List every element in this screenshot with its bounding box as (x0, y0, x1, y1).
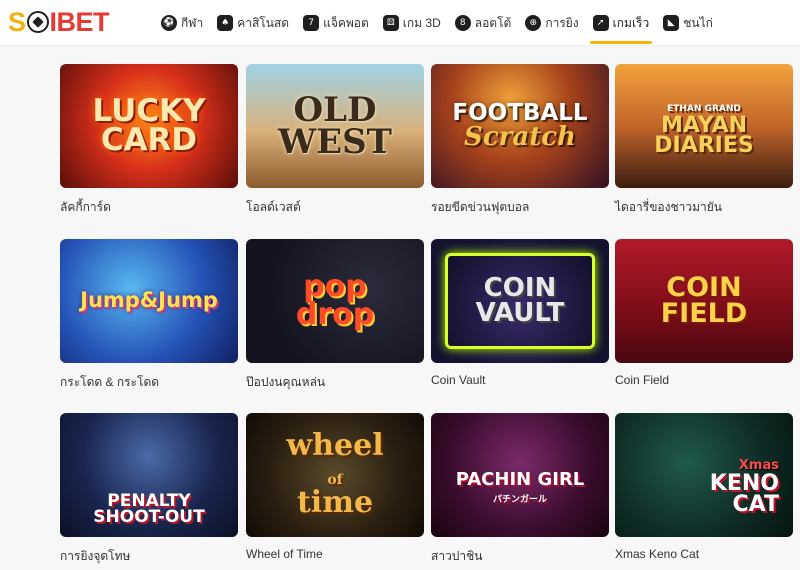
nav-label: เกม 3D (402, 15, 441, 30)
rooster-icon: ◣ (663, 15, 680, 31)
game-card[interactable]: PENALTY SHOOT-OUT การยิงจุดโทษ (60, 413, 238, 563)
nav-label: เกมเร็ว (612, 15, 650, 30)
art-line: PACHIN GIRL (455, 469, 585, 490)
top-navigation-bar: S IBET ⚽ กีฬา ♠ คาสิโนสด 7 แจ็คพอต ⚄ เกม… (0, 0, 800, 46)
game-thumbnail[interactable]: COIN FIELD (615, 239, 793, 363)
game-name[interactable]: กระโดด & กระโดด (60, 373, 159, 392)
nav-item-fast-games[interactable]: ➚ เกมเร็ว (588, 0, 655, 46)
game-card[interactable]: pop drop ป๊อปงนคุณหล่น (246, 239, 424, 389)
nav-label: การยิง (545, 15, 579, 30)
game-art-title: FOOTBALL Scratch (446, 101, 593, 152)
game-art-title: LUCKY CARD (86, 95, 211, 158)
game-thumbnail[interactable]: PENALTY SHOOT-OUT (60, 413, 238, 537)
game-card[interactable]: ETHAN GRAND MAYAN DIARIES ไดอารี่ของชาวม… (615, 64, 793, 214)
art-line: Jump&Jump (80, 288, 218, 313)
game-thumbnail[interactable]: wheel of time (246, 413, 424, 537)
nav-label: ชนไก่ (683, 15, 713, 30)
art-line: CAT (732, 491, 779, 517)
game-thumbnail[interactable]: OLD WEST (246, 64, 424, 188)
game-name[interactable]: รอยขีดข่วนฟุตบอล (431, 198, 529, 217)
game-name[interactable]: ป๊อปงนคุณหล่น (246, 373, 325, 392)
logo-text: IBET (49, 6, 110, 37)
nav-item-live-casino[interactable]: ♠ คาสิโนสด (212, 0, 294, 46)
nav-item-jackpot[interactable]: 7 แจ็คพอต (298, 0, 374, 46)
game-card[interactable]: OLD WEST โอลด์เวสต์ (246, 64, 424, 214)
game-art-title: OLD WEST (272, 93, 398, 162)
game-thumbnail[interactable]: Xmas KENO CAT (615, 413, 793, 537)
art-line: WEST (278, 122, 392, 162)
art-line: DIARIES (654, 133, 754, 159)
game-thumbnail[interactable]: COIN VAULT (431, 239, 609, 363)
game-thumbnail[interactable]: PACHIN GIRL パチンガール (431, 413, 609, 537)
rocket-icon: ➚ (592, 15, 609, 31)
game-card[interactable]: LUCKY CARD ลัคกี้การ์ด (60, 64, 238, 214)
dice-icon: ⚄ (382, 15, 399, 31)
soccer-ball-logo-icon (26, 11, 49, 33)
nav-item-cockfight[interactable]: ◣ ชนไก่ (658, 0, 718, 46)
art-line: time (296, 485, 374, 521)
game-thumbnail[interactable]: Jump&Jump (60, 239, 238, 363)
game-art-title: COIN VAULT (470, 275, 571, 328)
nav-label: ลอตโต้ (474, 15, 512, 30)
art-line: SHOOT-OUT (93, 506, 205, 527)
nav-label: แจ็คพอต (323, 15, 369, 30)
game-art-title: Jump&Jump (74, 288, 224, 313)
game-name[interactable]: Coin Field (615, 373, 669, 387)
game-thumbnail[interactable]: FOOTBALL Scratch (431, 64, 609, 188)
game-card[interactable]: Jump&Jump กระโดด & กระโดด (60, 239, 238, 389)
game-name[interactable]: Wheel of Time (246, 547, 323, 561)
game-thumbnail[interactable]: ETHAN GRAND MAYAN DIARIES (615, 64, 793, 188)
game-thumbnail[interactable]: pop drop (246, 239, 424, 363)
soibet-logo[interactable]: S IBET (8, 6, 110, 38)
game-name[interactable]: โอลด์เวสต์ (246, 198, 301, 217)
game-art-title: PACHIN GIRL パチンガール (431, 471, 609, 505)
crosshair-icon: ⊕ (525, 15, 542, 31)
art-line: VAULT (475, 298, 565, 328)
art-line: パチンガール (492, 495, 547, 506)
game-name[interactable]: การยิงจุดโทษ (60, 547, 130, 566)
game-card[interactable]: COIN FIELD Coin Field (615, 239, 793, 387)
game-art-title: pop drop (290, 271, 380, 332)
slot-777-icon: 7 (303, 15, 320, 31)
game-art-title: PENALTY SHOOT-OUT (60, 492, 238, 527)
art-line: Scratch (464, 121, 576, 152)
lotto-ball-icon: 8 (454, 15, 471, 31)
nav-item-shooting[interactable]: ⊕ การยิง (520, 0, 583, 46)
soccer-ball-icon: ⚽ (161, 15, 177, 31)
game-name[interactable]: Coin Vault (431, 373, 485, 387)
main-nav: ⚽ กีฬา ♠ คาสิโนสด 7 แจ็คพอต ⚄ เกม 3D 8 ล… (156, 0, 722, 46)
art-line: FIELD (660, 298, 748, 329)
game-card[interactable]: PACHIN GIRL パチンガール สาวปาชิน (431, 413, 609, 563)
art-line: wheel (286, 428, 384, 464)
game-card[interactable]: COIN VAULT Coin Vault (431, 239, 609, 387)
nav-label: คาสิโนสด (237, 15, 290, 30)
game-name[interactable]: ไดอารี่ของชาวมายัน (615, 198, 722, 217)
game-card[interactable]: FOOTBALL Scratch รอยขีดข่วนฟุตบอล (431, 64, 609, 214)
logo-letter-s: S (8, 6, 26, 37)
game-card[interactable]: wheel of time Wheel of Time (246, 413, 424, 561)
art-line: CARD (100, 122, 198, 158)
game-art-title: COIN FIELD (655, 274, 754, 329)
art-line: drop (295, 297, 375, 332)
game-art-title: wheel of time (280, 431, 389, 521)
game-thumbnail[interactable]: LUCKY CARD (60, 64, 238, 188)
playing-card-icon: ♠ (217, 15, 234, 31)
game-name[interactable]: สาวปาชิน (431, 547, 483, 566)
nav-label: กีฬา (181, 15, 204, 30)
nav-item-sports[interactable]: ⚽ กีฬา (156, 0, 208, 46)
game-name[interactable]: Xmas Keno Cat (615, 547, 699, 561)
nav-item-3d-games[interactable]: ⚄ เกม 3D (378, 0, 446, 46)
game-art-title: Xmas KENO CAT (704, 453, 785, 516)
nav-item-lotto[interactable]: 8 ลอตโต้ (450, 0, 517, 46)
game-art-title: ETHAN GRAND MAYAN DIARIES (648, 95, 759, 158)
game-card[interactable]: Xmas KENO CAT Xmas Keno Cat (615, 413, 793, 561)
game-name[interactable]: ลัคกี้การ์ด (60, 198, 111, 217)
